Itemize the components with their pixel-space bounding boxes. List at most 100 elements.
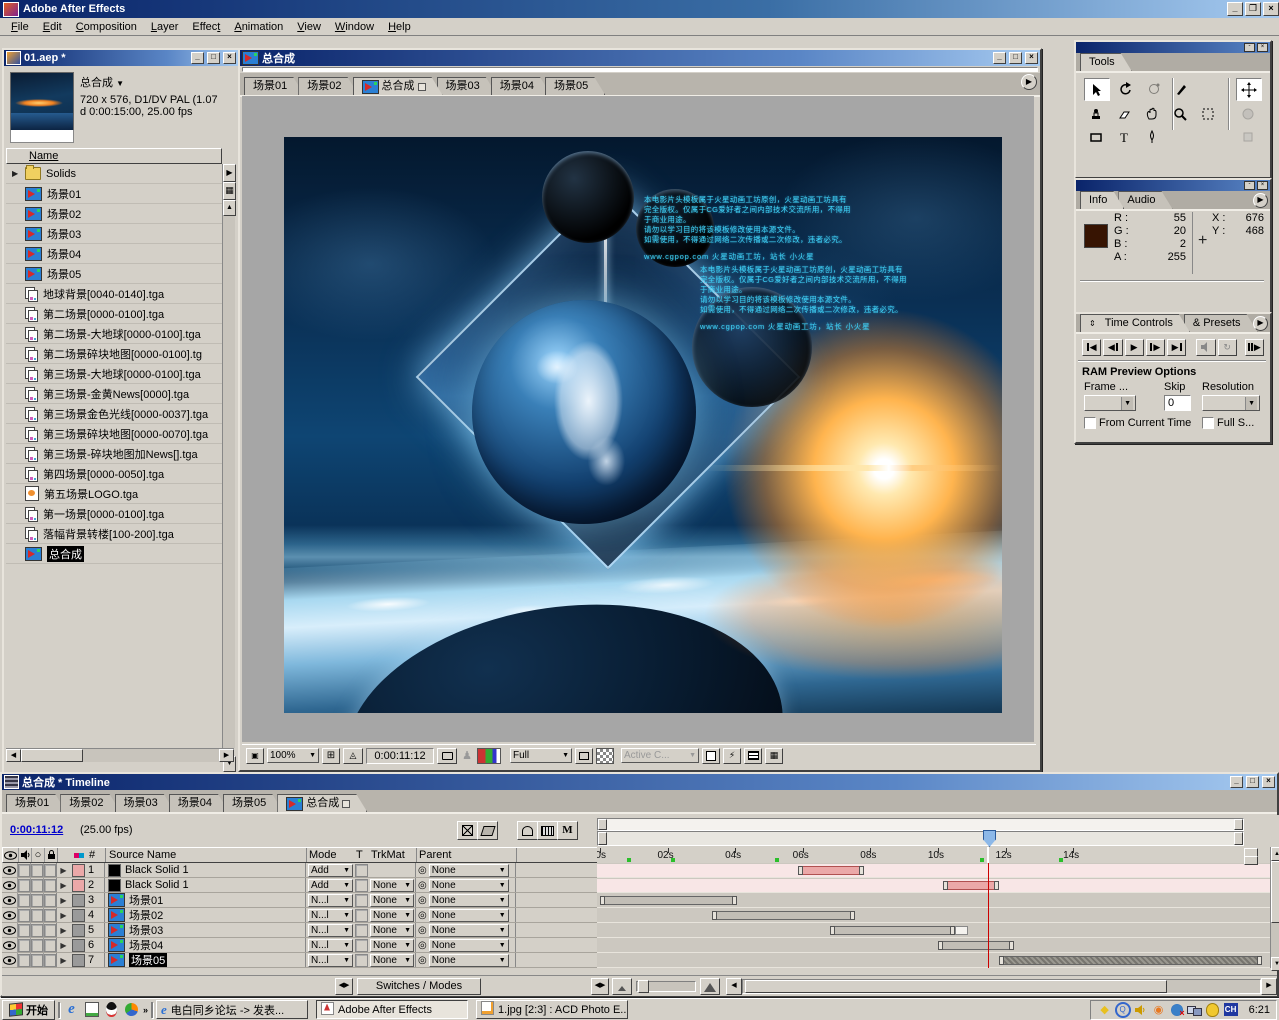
menu-file[interactable]: File <box>4 19 36 35</box>
layer-source-name[interactable]: Black Solid 1 <box>104 863 305 877</box>
layer-expander[interactable]: ▶ <box>57 908 70 922</box>
project-item[interactable]: 第三场景碎块地图[0000-0070].tga <box>6 424 222 444</box>
info-panel-menu-button[interactable]: ▶ <box>1253 193 1268 208</box>
tray-volume-icon[interactable] <box>1133 1002 1149 1017</box>
comp-flowchart-button[interactable]: ▦ <box>765 748 783 764</box>
audio-button[interactable] <box>1196 339 1215 356</box>
project-maximize-button[interactable]: □ <box>207 52 220 64</box>
selection-tool[interactable] <box>1084 78 1110 101</box>
layer-audio-toggle[interactable] <box>18 863 31 877</box>
marquee-tool[interactable] <box>1196 103 1220 124</box>
project-item[interactable]: 第一场景[0000-0100].tga <box>6 504 222 524</box>
layer-video-toggle[interactable] <box>2 878 18 892</box>
t-column-header[interactable]: T <box>356 848 370 862</box>
layer-t-switch[interactable] <box>355 953 369 967</box>
layer-source-name[interactable]: 场景01 <box>104 893 305 907</box>
mode-column-header[interactable]: Mode <box>306 848 356 862</box>
quicklaunch-editor-icon[interactable] <box>83 1002 100 1018</box>
tray-ime-icon[interactable]: CH <box>1223 1002 1239 1017</box>
layer-label-chip[interactable] <box>70 863 86 877</box>
layer-trkmat-select[interactable]: None▼ <box>369 938 415 952</box>
quicklaunch-mediaplayer-icon[interactable] <box>123 1002 140 1018</box>
ram-preview-button[interactable]: ▶ <box>1245 339 1264 356</box>
timeline-hscroll-right-arrow[interactable]: ▶ <box>1261 978 1277 995</box>
tools-palette-title-bar[interactable]: - × <box>1076 42 1270 53</box>
layer-t-switch[interactable] <box>355 863 369 877</box>
layer-video-toggle[interactable] <box>2 863 18 877</box>
tray-network-computers-icon[interactable] <box>1187 1002 1203 1017</box>
project-item[interactable]: 场景02 <box>6 204 222 224</box>
pixel-aspect-button[interactable] <box>702 748 720 764</box>
layer-t-switch[interactable] <box>355 923 369 937</box>
layer-bar[interactable] <box>798 866 864 875</box>
brush-tool[interactable] <box>1170 78 1194 99</box>
layer-audio-toggle[interactable] <box>18 878 31 892</box>
layer-mode-select[interactable]: Add▼ <box>305 863 355 877</box>
layer-label-chip[interactable] <box>70 938 86 952</box>
layer-source-name[interactable]: Black Solid 1 <box>104 878 305 892</box>
layer-in-handle[interactable] <box>999 956 1004 965</box>
layer-source-name[interactable]: 场景03 <box>104 923 305 937</box>
comp-timeline-button[interactable] <box>744 748 762 764</box>
quicklaunch-ie-icon[interactable]: e <box>63 1002 80 1018</box>
timeline-tab-场景03[interactable]: 场景03 <box>115 794 175 812</box>
layer-solo-toggle[interactable] <box>31 893 44 907</box>
comp-tab-总合成[interactable]: 总合成 <box>353 77 443 95</box>
grid-guides-button[interactable]: ◬ <box>343 748 363 764</box>
layer-label-chip[interactable] <box>70 893 86 907</box>
rotate-tool[interactable] <box>1114 78 1138 99</box>
comp-pasteboard[interactable]: 本电影片头模板属于火星动画工坊原创，火星动画工坊具有 完全版权。仅属于CG爱好者… <box>242 96 1034 742</box>
layer-label-chip[interactable] <box>70 878 86 892</box>
tray-quicktime-icon[interactable]: Q <box>1115 1002 1131 1017</box>
layer-trkmat-select[interactable]: None▼ <box>369 878 415 892</box>
project-item[interactable]: 第二场景-大地球[0000-0100].tga <box>6 324 222 344</box>
tab-audio[interactable]: Audio <box>1118 191 1172 209</box>
comp-marker[interactable] <box>1059 858 1063 862</box>
toggle-panes-button[interactable]: ◀▶ <box>335 978 353 995</box>
comp-tab-场景01[interactable]: 场景01 <box>244 77 304 95</box>
comp-timecode-button[interactable]: 0:00:11:12 <box>366 748 434 764</box>
timeline-scroll-down-arrow[interactable]: ▼ <box>1271 957 1279 971</box>
project-item[interactable]: 第五场景LOGO.tga <box>6 484 222 504</box>
layer-mode-select[interactable]: N...l▼ <box>305 893 355 907</box>
layer-t-switch[interactable] <box>355 893 369 907</box>
timeline-tab-场景05[interactable]: 场景05 <box>223 794 283 812</box>
timeline-timecode-button[interactable]: 0:00:11:12 <box>10 824 63 836</box>
trkmat-column-header[interactable]: TrkMat <box>370 848 416 862</box>
timeline-hscrollbar[interactable] <box>742 979 1261 994</box>
layer-in-handle[interactable] <box>938 941 943 950</box>
safe-zones-button[interactable]: ⊞ <box>322 748 340 764</box>
full-screen-option[interactable]: Full S... <box>1202 417 1254 429</box>
show-channel-button[interactable] <box>477 748 501 764</box>
magnification-select[interactable]: 100%▼ <box>267 748 319 763</box>
hand-tool[interactable] <box>1140 103 1164 124</box>
layer-mode-select[interactable]: Add▼ <box>305 878 355 892</box>
info-close-button[interactable]: × <box>1257 181 1268 190</box>
label-column-icon[interactable] <box>71 848 87 862</box>
switches-modes-button[interactable]: Switches / Modes <box>357 978 481 995</box>
project-panel-menu-button[interactable]: ▶ <box>223 164 236 182</box>
task-button-ie[interactable]: e电白同乡论坛 -> 发表... <box>156 1000 308 1019</box>
layer-mode-select[interactable]: N...l▼ <box>305 938 355 952</box>
frame-blending-button[interactable] <box>537 821 558 840</box>
start-button[interactable]: 开始 <box>2 1000 55 1020</box>
project-item[interactable]: 场景03 <box>6 224 222 244</box>
tools-close-button[interactable]: × <box>1257 43 1268 52</box>
first-frame-button[interactable]: ◀ <box>1082 339 1101 356</box>
layer-bar[interactable] <box>943 881 999 890</box>
tab-info[interactable]: Info <box>1080 191 1124 209</box>
comp-marker[interactable] <box>627 858 631 862</box>
layer-bar[interactable] <box>938 941 1014 950</box>
tab-tools[interactable]: Tools <box>1080 53 1132 71</box>
snapshot-button[interactable] <box>437 748 457 764</box>
work-area-end-handle[interactable] <box>1234 819 1243 830</box>
type-tool[interactable]: T <box>1112 126 1136 147</box>
time-controls-menu-button[interactable]: ▶ <box>1253 316 1268 331</box>
layer-solo-toggle[interactable] <box>31 863 44 877</box>
timeline-ruler[interactable]: :00s02s04s06s08s10s12s14s <box>597 847 1270 864</box>
loop-button[interactable]: ↻ <box>1218 339 1237 356</box>
info-palette-title-bar[interactable]: - × <box>1076 180 1270 191</box>
comp-tab-场景03[interactable]: 场景03 <box>437 77 497 95</box>
layer-expander[interactable]: ▶ <box>57 878 70 892</box>
tray-qq-offline-icon[interactable] <box>1205 1002 1221 1017</box>
